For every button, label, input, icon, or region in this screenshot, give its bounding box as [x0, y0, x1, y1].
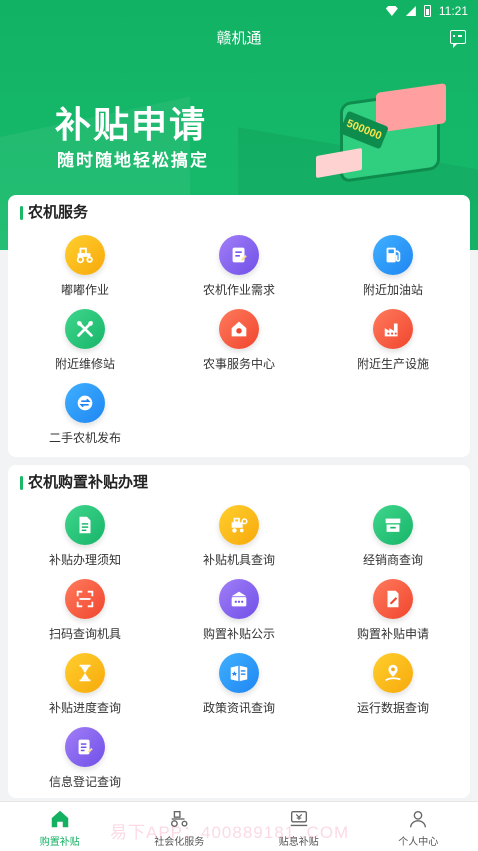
tab-purchase-subsidy[interactable]: 购置补贴: [0, 802, 120, 851]
status-bar: 11:21: [0, 0, 478, 22]
home-icon: [51, 810, 68, 828]
fuel-pump-icon: [373, 235, 413, 275]
item-label: 购置补贴申请: [356, 627, 429, 641]
subsidy-item-registration[interactable]: 信息登记查询: [8, 727, 162, 789]
subsidy-item-policy-news[interactable]: 政策资讯查询: [162, 653, 316, 715]
factory-icon: [373, 309, 413, 349]
tab-social-service[interactable]: 社会化服务: [120, 802, 240, 851]
subsidy-item-apply[interactable]: 购置补贴申请: [316, 579, 470, 641]
signal-icon: [405, 6, 416, 16]
exchange-icon: [65, 383, 105, 423]
item-label: 补贴机具查询: [202, 553, 275, 567]
item-label: 农机作业需求: [202, 283, 275, 297]
subsidy-card: 农机购置补贴办理 补贴办理须知 补贴机具查询 经销商查询 扫码查询机具 购置补贴…: [8, 465, 470, 798]
wrench-icon: [65, 309, 105, 349]
item-label: 扫码查询机具: [48, 627, 121, 641]
item-label: 补贴进度查询: [48, 701, 121, 715]
tab-label: 个人中心: [398, 837, 439, 848]
tab-label: 购置补贴: [39, 837, 80, 848]
store-icon: [373, 505, 413, 545]
item-label: 购置补贴公示: [202, 627, 275, 641]
section-title: 农机购置补贴办理: [20, 474, 148, 492]
tractor-icon: [65, 235, 105, 275]
section-title: 农机服务: [20, 204, 88, 222]
location-data-icon: [373, 653, 413, 693]
bottom-tab-bar: 购置补贴 社会化服务 贴息补贴 个人中心: [0, 801, 478, 851]
notice-board-icon: [219, 579, 259, 619]
tab-label: 贴息补贴: [278, 837, 319, 848]
status-time: 11:21: [438, 4, 468, 18]
subsidy-item-machine-query[interactable]: 补贴机具查询: [162, 505, 316, 567]
scan-icon: [65, 579, 105, 619]
agri-service-card: 农机服务 嘟嘟作业 农机作业需求 附近加油站 附近维修站 农事服务中心 附近生产…: [8, 195, 470, 457]
tab-interest-subsidy[interactable]: 贴息补贴: [239, 802, 359, 851]
tab-profile[interactable]: 个人中心: [359, 802, 478, 851]
tractor-outline-icon: [171, 810, 188, 828]
house-icon: [219, 309, 259, 349]
service-item-work-demand[interactable]: 农机作业需求: [162, 235, 316, 297]
item-label: 嘟嘟作业: [60, 283, 109, 297]
service-grid: 嘟嘟作业 农机作业需求 附近加油站 附近维修站 农事服务中心 附近生产设施 二手…: [8, 235, 470, 445]
document-icon: [65, 505, 105, 545]
tab-label: 社会化服务: [154, 837, 205, 848]
subsidy-grid: 补贴办理须知 补贴机具查询 经销商查询 扫码查询机具 购置补贴公示 购置补贴申请…: [8, 505, 470, 789]
service-item-farm-center[interactable]: 农事服务中心: [162, 309, 316, 371]
news-icon: [219, 653, 259, 693]
item-label: 农事服务中心: [202, 357, 275, 371]
item-label: 附近维修站: [54, 357, 115, 371]
item-label: 政策资讯查询: [202, 701, 275, 715]
machine-search-icon: [219, 505, 259, 545]
subsidy-item-progress[interactable]: 补贴进度查询: [8, 653, 162, 715]
item-label: 运行数据查询: [356, 701, 429, 715]
item-label: 经销商查询: [362, 553, 423, 567]
form-edit-icon: [219, 235, 259, 275]
item-label: 附近生产设施: [356, 357, 429, 371]
item-label: 附近加油站: [362, 283, 423, 297]
banner-title[interactable]: 补贴申请: [55, 96, 207, 148]
subsidy-item-scan-query[interactable]: 扫码查询机具: [8, 579, 162, 641]
item-label: 二手农机发布: [48, 431, 121, 445]
apply-edit-icon: [373, 579, 413, 619]
subsidy-icon: [290, 810, 307, 827]
service-item-repair-station[interactable]: 附近维修站: [8, 309, 162, 371]
item-label: 信息登记查询: [48, 775, 121, 789]
battery-icon: [423, 5, 431, 17]
subsidy-item-guide[interactable]: 补贴办理须知: [8, 505, 162, 567]
service-item-used-machine[interactable]: 二手农机发布: [8, 383, 162, 445]
item-label: 补贴办理须知: [48, 553, 121, 567]
subsidy-item-dealer-query[interactable]: 经销商查询: [316, 505, 470, 567]
person-icon: [410, 810, 427, 828]
service-item-production-facility[interactable]: 附近生产设施: [316, 309, 470, 371]
page-title: 赣机通: [216, 30, 262, 47]
service-item-dudu-work[interactable]: 嘟嘟作业: [8, 235, 162, 297]
subsidy-item-run-data[interactable]: 运行数据查询: [316, 653, 470, 715]
banner-subtitle: 随时随地轻松搞定: [57, 151, 209, 170]
hourglass-icon: [65, 653, 105, 693]
subsidy-machine-illustration: 500000: [316, 82, 458, 192]
service-item-gas-station[interactable]: 附近加油站: [316, 235, 470, 297]
subsidy-item-public-notice[interactable]: 购置补贴公示: [162, 579, 316, 641]
register-icon: [65, 727, 105, 767]
message-icon[interactable]: [450, 30, 466, 48]
wifi-icon: [385, 6, 398, 16]
